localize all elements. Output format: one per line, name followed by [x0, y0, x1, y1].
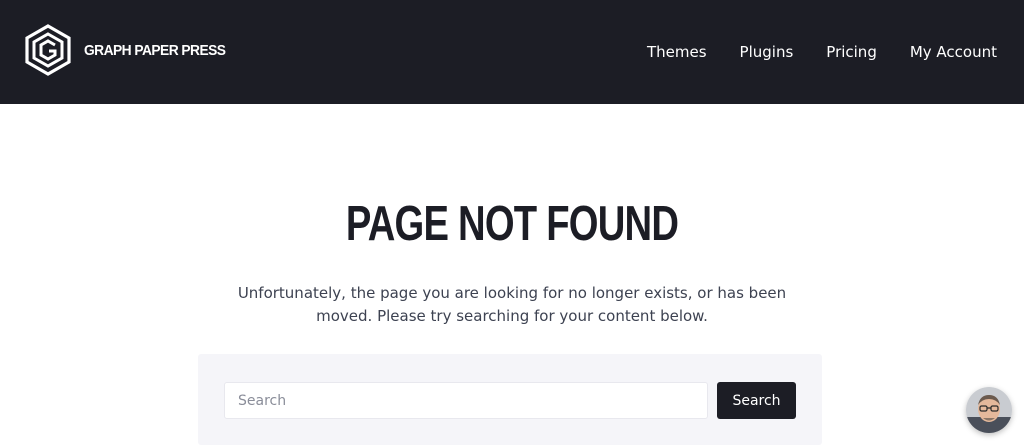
- nav-item-pricing[interactable]: Pricing: [826, 43, 877, 61]
- home-logo-link[interactable]: GRAPH PAPER PRESS: [24, 24, 238, 76]
- search-panel: Search: [198, 354, 822, 445]
- nav-item-my-account[interactable]: My Account: [910, 43, 997, 61]
- hexagon-g-logo-icon: [25, 24, 71, 76]
- main-nav: Themes Plugins Pricing My Account: [647, 0, 997, 104]
- nav-item-themes[interactable]: Themes: [647, 43, 707, 61]
- site-header: GRAPH PAPER PRESS Themes Plugins Pricing…: [0, 0, 1024, 104]
- not-found-message: Unfortunately, the page you are looking …: [237, 284, 787, 325]
- search-input[interactable]: [224, 382, 708, 419]
- page-title: PAGE NOT FOUND: [345, 197, 679, 251]
- brand-name: GRAPH PAPER PRESS: [84, 41, 226, 59]
- support-agent-avatar-icon[interactable]: [966, 387, 1012, 433]
- search-button[interactable]: Search: [717, 382, 796, 419]
- nav-item-plugins[interactable]: Plugins: [740, 43, 794, 61]
